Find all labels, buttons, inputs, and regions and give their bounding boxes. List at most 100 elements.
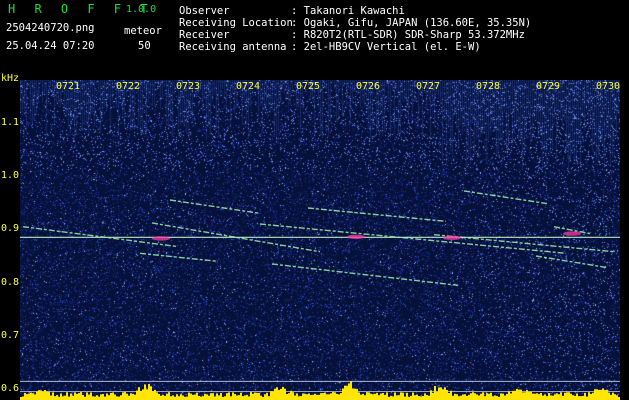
activity-bar bbox=[86, 392, 88, 400]
activity-bar bbox=[252, 393, 254, 400]
activity-bar bbox=[132, 393, 134, 400]
activity-bar bbox=[342, 388, 344, 400]
activity-bar bbox=[446, 389, 448, 400]
activity-bar bbox=[522, 392, 524, 400]
activity-bar bbox=[210, 393, 212, 400]
activity-bar bbox=[62, 396, 64, 400]
activity-bar bbox=[282, 386, 284, 400]
activity-bar bbox=[442, 389, 444, 400]
activity-bar bbox=[220, 393, 222, 400]
activity-bar bbox=[566, 392, 568, 400]
antenna-label: Receiving antenna bbox=[179, 41, 287, 53]
activity-bar bbox=[334, 392, 336, 400]
activity-bar bbox=[256, 392, 258, 400]
activity-bar bbox=[124, 392, 126, 400]
activity-bar bbox=[396, 395, 398, 400]
activity-bar bbox=[130, 393, 132, 400]
activity-bar bbox=[306, 394, 308, 400]
activity-bar bbox=[140, 390, 142, 400]
activity-bar bbox=[604, 390, 606, 400]
activity-bar bbox=[68, 396, 70, 400]
activity-bar bbox=[560, 392, 562, 400]
activity-bar bbox=[586, 396, 588, 400]
activity-bar bbox=[616, 395, 618, 400]
activity-bar bbox=[90, 392, 92, 400]
activity-bar bbox=[208, 395, 210, 400]
activity-bar bbox=[554, 394, 556, 400]
activity-bar bbox=[466, 395, 468, 400]
activity-bar bbox=[162, 394, 164, 400]
activity-bar bbox=[562, 395, 564, 400]
activity-bar bbox=[154, 389, 156, 400]
activity-bar bbox=[526, 390, 528, 400]
x-tick-label: 0727 bbox=[416, 81, 441, 92]
activity-bar bbox=[570, 393, 572, 400]
activity-bar bbox=[436, 391, 438, 400]
activity-bar bbox=[588, 392, 590, 400]
activity-bar bbox=[260, 395, 262, 400]
activity-bar bbox=[94, 396, 96, 400]
activity-bar bbox=[70, 393, 72, 400]
activity-bar bbox=[456, 394, 458, 400]
location-label: Receiving Location bbox=[179, 17, 293, 29]
activity-bar bbox=[394, 392, 396, 400]
activity-bar bbox=[318, 394, 320, 400]
y-tick-label: 1.0 bbox=[1, 170, 20, 181]
activity-bar bbox=[200, 396, 202, 400]
activity-bar bbox=[120, 395, 122, 400]
activity-bar bbox=[168, 392, 170, 400]
activity-bar bbox=[472, 392, 474, 400]
activity-bar bbox=[152, 391, 154, 400]
activity-bar bbox=[248, 396, 250, 400]
activity-bar bbox=[400, 392, 402, 400]
activity-bar bbox=[136, 390, 138, 400]
activity-bar bbox=[420, 396, 422, 400]
activity-bar bbox=[594, 389, 596, 400]
activity-bar bbox=[146, 389, 148, 400]
x-tick-label: 0724 bbox=[236, 81, 261, 92]
activity-bar bbox=[416, 394, 418, 400]
activity-bar bbox=[430, 390, 432, 400]
activity-bar bbox=[116, 396, 118, 400]
activity-bar bbox=[280, 388, 282, 400]
activity-bar bbox=[582, 395, 584, 400]
spectrogram-marks bbox=[20, 190, 620, 400]
activity-bar bbox=[520, 389, 522, 400]
activity-bar bbox=[102, 393, 104, 400]
activity-bar bbox=[160, 395, 162, 400]
activity-bar bbox=[166, 393, 168, 400]
activity-bar bbox=[50, 395, 52, 400]
meteor-label: meteor bbox=[124, 25, 162, 37]
activity-bar bbox=[196, 392, 198, 400]
activity-bar bbox=[418, 396, 420, 400]
activity-bar bbox=[80, 392, 82, 400]
activity-bar bbox=[486, 393, 488, 400]
activity-bar bbox=[346, 385, 348, 400]
location-value: : Ogaki, Gifu, JAPAN (136.60E, 35.35N) bbox=[291, 17, 532, 29]
activity-bar bbox=[524, 392, 526, 400]
activity-bar bbox=[508, 391, 510, 400]
activity-bar bbox=[106, 393, 108, 400]
activity-bar bbox=[478, 395, 480, 400]
observer-value: : Takanori Kawachi bbox=[291, 5, 405, 17]
antenna-value: : 2el-HB9CV Vertical (el. E-W) bbox=[291, 41, 481, 53]
activity-bar bbox=[206, 394, 208, 400]
activity-bar bbox=[308, 393, 310, 400]
activity-bar bbox=[484, 396, 486, 400]
activity-bar bbox=[372, 394, 374, 400]
activity-bar bbox=[602, 388, 604, 400]
activity-bar bbox=[316, 394, 318, 400]
activity-bar bbox=[76, 393, 78, 400]
meteor-trace bbox=[535, 255, 609, 269]
activity-bar bbox=[468, 394, 470, 400]
y-tick-label: 0.9 bbox=[1, 223, 20, 235]
activity-bar bbox=[516, 388, 518, 400]
activity-bar bbox=[564, 392, 566, 400]
activity-bar bbox=[572, 395, 574, 400]
activity-bar bbox=[244, 395, 246, 400]
activity-bar bbox=[82, 394, 84, 400]
activity-bar bbox=[460, 395, 462, 400]
activity-bar bbox=[74, 392, 76, 400]
activity-bar bbox=[212, 393, 214, 400]
meteor-trace bbox=[307, 207, 447, 223]
